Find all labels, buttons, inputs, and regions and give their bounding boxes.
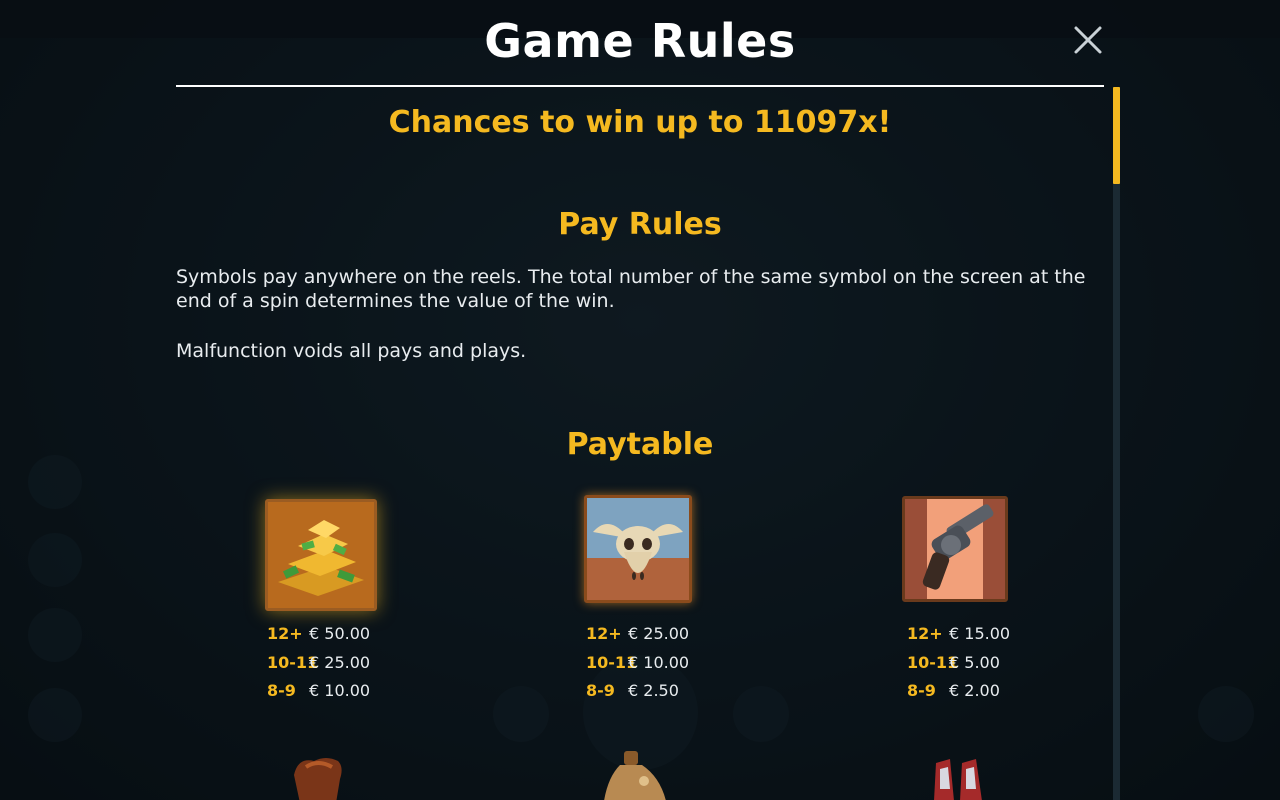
bull-skull-pay-row-3: 8-9 € 2.50: [586, 681, 679, 700]
boot-icon: [934, 759, 982, 800]
close-button[interactable]: [1070, 22, 1106, 58]
pay-value: € 2.00: [949, 681, 1000, 700]
symbol-saddle: [286, 753, 352, 800]
pay-rules-paragraph: Symbols pay anywhere on the reels. The t…: [176, 266, 1086, 312]
pay-value: € 10.00: [309, 681, 371, 700]
symbol-gold-bars: [265, 499, 377, 611]
pay-value: € 5.00: [949, 653, 1000, 672]
pay-value: € 10.00: [628, 653, 690, 672]
scrollbar-track[interactable]: [1113, 87, 1120, 800]
pay-count: 10-11: [267, 653, 319, 672]
close-icon: [1074, 26, 1102, 54]
symbol-bull-skull: [584, 495, 692, 603]
revolver-pay-row-1: 12+ € 15.00: [907, 624, 1010, 643]
pay-count: 8-9: [267, 681, 296, 700]
gold-bars-pay-row-2: 10-11€ 25.00: [267, 653, 370, 672]
symbol-boot: [928, 759, 988, 800]
bull-skull-icon: [587, 498, 689, 600]
gold-bars-icon: [268, 502, 374, 608]
pay-rules-heading: Pay Rules: [558, 207, 722, 242]
bull-skull-pay-row-1: 12+ € 25.00: [586, 624, 689, 643]
pay-count: 10-11: [586, 653, 638, 672]
scrollbar-thumb[interactable]: [1113, 87, 1120, 184]
pay-value: € 2.50: [628, 681, 679, 700]
pay-count: 8-9: [586, 681, 615, 700]
pay-count: 8-9: [907, 681, 936, 700]
pay-value: € 15.00: [949, 624, 1011, 643]
paytable-heading: Paytable: [566, 427, 714, 462]
saddle-icon: [294, 758, 342, 800]
bull-skull-pay-row-2: 10-11€ 10.00: [586, 653, 689, 672]
revolver-icon: [905, 499, 1005, 599]
malfunction-paragraph: Malfunction voids all pays and plays.: [176, 340, 527, 362]
pay-count: 12+: [907, 624, 943, 643]
gold-bars-pay-row-3: 8-9 € 10.00: [267, 681, 370, 700]
rules-content: Chances to win up to 11097x! Pay Rules S…: [176, 87, 1104, 800]
revolver-pay-row-2: 10-11€ 5.00: [907, 653, 1000, 672]
pay-value: € 50.00: [309, 624, 371, 643]
revolver-pay-row-3: 8-9 € 2.00: [907, 681, 1000, 700]
pay-count: 12+: [267, 624, 303, 643]
gold-bars-pay-row-1: 12+ € 50.00: [267, 624, 370, 643]
symbol-whiskey-bottle: [600, 751, 670, 800]
pay-value: € 25.00: [309, 653, 371, 672]
symbol-revolver: [902, 496, 1008, 602]
max-win-headline: Chances to win up to 11097x!: [388, 105, 892, 140]
pay-count: 12+: [586, 624, 622, 643]
whiskey-bottle-icon: [604, 751, 666, 800]
pay-value: € 25.00: [628, 624, 690, 643]
pay-count: 10-11: [907, 653, 959, 672]
